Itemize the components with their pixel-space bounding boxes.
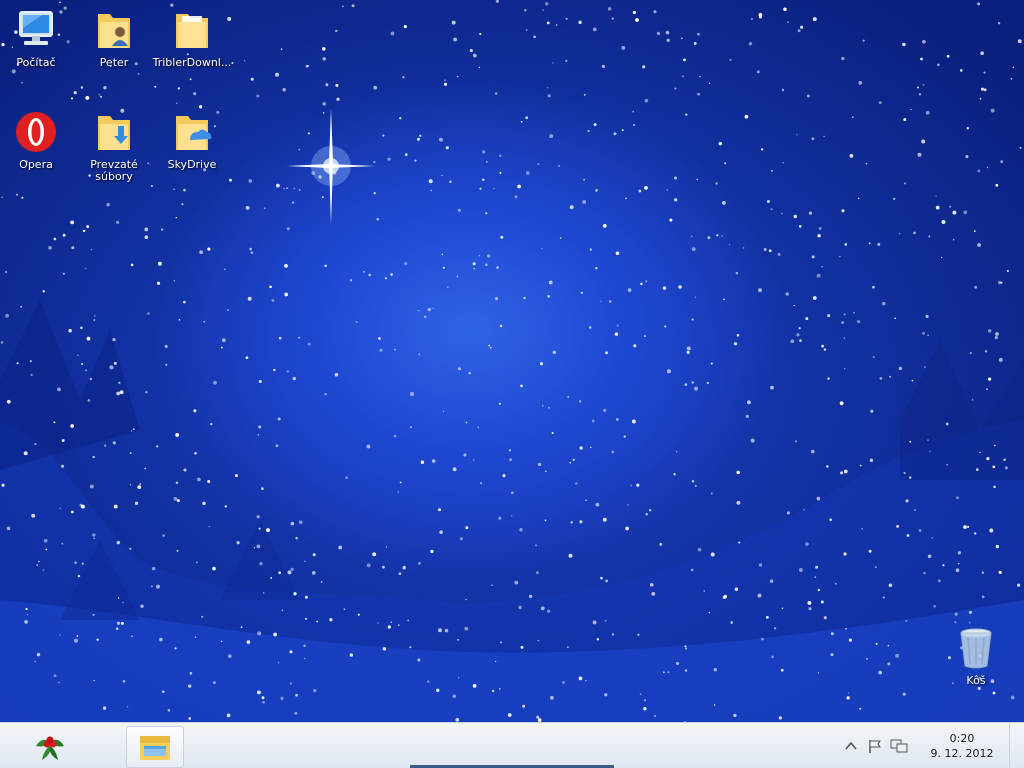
downloads-folder-icon: [90, 108, 138, 156]
desktop-icon-label: Počítač: [0, 57, 76, 69]
desktop-icon-label: Kôš: [936, 675, 1016, 687]
desktop-icon-downloads[interactable]: Prevzaté súbory: [74, 108, 154, 183]
desktop-icon-opera[interactable]: Opera: [0, 108, 76, 171]
user-folder-icon: [90, 6, 138, 54]
clock-date: 9. 12. 2012: [919, 746, 1005, 761]
network-icon[interactable]: [890, 737, 908, 755]
computer-icon: [12, 6, 60, 54]
taskbar-file-explorer-button[interactable]: [126, 726, 184, 768]
desktop-icon-label: Peter: [74, 57, 154, 69]
action-center-flag-icon[interactable]: [866, 737, 884, 755]
opera-icon: [12, 108, 60, 156]
desktop-icon-label: Opera: [0, 159, 76, 171]
recycle-bin-icon: [952, 624, 1000, 672]
clock-time: 0:20: [919, 731, 1005, 746]
folder-icon: [168, 6, 216, 54]
system-tray: 0:20 9. 12. 2012: [839, 723, 1024, 768]
holly-start-icon: [32, 728, 68, 764]
desktop-icon-label: Prevzaté súbory: [74, 159, 154, 183]
file-explorer-icon: [138, 732, 172, 762]
clock[interactable]: 0:20 9. 12. 2012: [919, 731, 1005, 761]
skydrive-folder-icon: [168, 108, 216, 156]
start-button[interactable]: [20, 727, 80, 765]
show-hidden-icons-icon[interactable]: [842, 737, 860, 755]
desktop-icon-skydrive[interactable]: SkyDrive: [152, 108, 232, 171]
desktop-icon-peter[interactable]: Peter: [74, 6, 154, 69]
desktop-icon-recycle-bin[interactable]: Kôš: [936, 624, 1016, 687]
taskbar: 0:20 9. 12. 2012: [0, 722, 1024, 768]
desktop-icon-computer[interactable]: Počítač: [0, 6, 76, 69]
desktop-icon-label: TriblerDownl...: [152, 57, 232, 69]
desktop-icon-label: SkyDrive: [152, 159, 232, 171]
show-desktop-button[interactable]: [1009, 723, 1024, 768]
desktop-icon-tribler-downloads[interactable]: TriblerDownl...: [152, 6, 232, 69]
